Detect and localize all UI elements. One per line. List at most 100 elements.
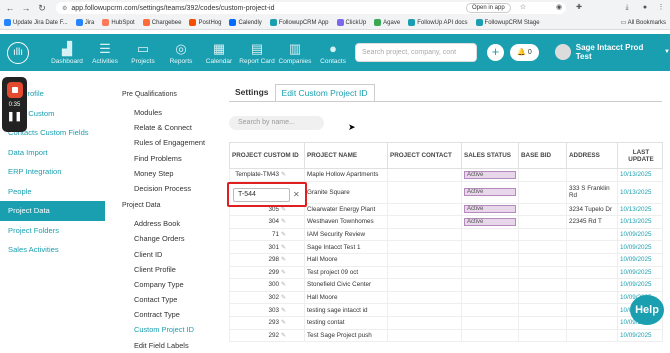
nav-calendar[interactable]: ▦ Calendar xyxy=(200,41,238,65)
extension-icon[interactable]: ◉ xyxy=(554,3,564,13)
bookmark-item[interactable]: Agave xyxy=(374,19,400,26)
edit-pencil-icon[interactable]: ✎ xyxy=(281,295,286,301)
bookmark-item[interactable]: HubSpot xyxy=(102,19,135,26)
download-icon[interactable]: ⤓ xyxy=(622,3,632,13)
bookmark-item[interactable]: Chargebee xyxy=(142,19,181,26)
puzzle-icon[interactable]: ✚ xyxy=(574,3,584,13)
bookmark-item[interactable]: PostHog xyxy=(189,19,221,26)
bookmark-item[interactable]: Update Jira Date F... xyxy=(4,19,68,26)
custom-id-value[interactable]: 292 xyxy=(268,332,279,339)
column-header[interactable]: LAST UPDATE xyxy=(617,142,663,169)
subnav-item[interactable]: Modules xyxy=(122,105,222,120)
profile-avatar-icon[interactable]: ● xyxy=(640,3,650,13)
sidebar-item[interactable]: Sales Activities xyxy=(0,240,105,260)
menu-icon[interactable]: ⋮ xyxy=(656,3,666,13)
subnav-item[interactable]: Find Problems xyxy=(122,151,222,166)
all-bookmarks-link[interactable]: ▭ All Bookmarks xyxy=(621,19,666,26)
custom-id-value[interactable]: 304 xyxy=(268,218,279,225)
user-menu[interactable]: Sage Intacct Prod Test ▼ xyxy=(555,43,670,61)
app-logo[interactable]: ıllı xyxy=(0,34,36,71)
table-row[interactable]: 298 ✎ Hall Moore 10/09/2025 xyxy=(229,252,663,267)
table-row[interactable]: 299 ✎ Test project 09 oct 10/09/2025 xyxy=(229,265,663,280)
pause-icon[interactable]: ❚❚ xyxy=(7,111,22,122)
tab-settings[interactable]: Settings xyxy=(229,84,275,101)
edit-pencil-icon[interactable]: ✎ xyxy=(281,282,286,288)
reload-icon[interactable]: ↻ xyxy=(36,2,48,14)
edit-pencil-icon[interactable]: ✎ xyxy=(281,270,286,276)
column-header[interactable]: PROJECT CUSTOM ID xyxy=(229,142,305,169)
edit-pencil-icon[interactable]: ✎ xyxy=(281,172,286,178)
edit-pencil-icon[interactable]: ✎ xyxy=(281,320,286,326)
site-info-icon[interactable]: ⚙ xyxy=(62,5,67,12)
subnav-item[interactable]: Company Type xyxy=(122,277,222,292)
column-header[interactable]: BASE BID xyxy=(518,142,567,169)
nav-reports[interactable]: ◎ Reports xyxy=(162,41,200,65)
subnav-item[interactable]: Decision Process xyxy=(122,181,222,196)
table-row[interactable]: 303✎testing sage intacct id10/09/2025 xyxy=(229,303,663,317)
custom-id-value[interactable]: Template-TM43 xyxy=(235,171,279,178)
sidebar-item[interactable]: Data Import xyxy=(0,143,105,163)
nav-report-card[interactable]: ▤ Report Card xyxy=(238,41,276,65)
table-row[interactable]: 292 ✎ Test Sage Project push 10/09/2025 xyxy=(229,328,663,343)
stop-recording-button[interactable] xyxy=(6,82,23,98)
bookmark-item[interactable]: ClickUp xyxy=(336,19,366,26)
subnav-item[interactable]: Change Orders xyxy=(122,231,222,246)
edit-pencil-icon[interactable]: ✎ xyxy=(281,245,286,251)
custom-id-value[interactable]: 302 xyxy=(268,294,279,301)
global-search-input[interactable]: Search project, company, cont xyxy=(355,43,477,62)
bookmark-item[interactable]: Calendly xyxy=(229,19,262,26)
custom-id-value[interactable]: 298 xyxy=(268,256,279,263)
subnav-item[interactable]: Relate & Connect xyxy=(122,120,222,135)
custom-id-value[interactable]: 300 xyxy=(268,281,279,288)
table-row[interactable]: 302✎Hall Moore10/09/2025 xyxy=(229,290,663,305)
nav-companies[interactable]: ▥ Companies xyxy=(276,41,314,65)
subnav-item[interactable]: Client Profile xyxy=(122,262,222,277)
edit-pencil-icon[interactable]: ✎ xyxy=(281,232,286,238)
back-icon[interactable]: ← xyxy=(4,2,16,14)
column-header[interactable]: PROJECT NAME xyxy=(304,142,388,169)
custom-id-value[interactable]: 71 xyxy=(272,231,279,238)
bookmark-item[interactable]: Jira xyxy=(75,19,94,26)
notifications-button[interactable]: 🔔 0 xyxy=(510,44,539,61)
add-button[interactable]: + xyxy=(487,44,504,61)
custom-id-value[interactable]: 293 xyxy=(268,319,279,326)
subnav-item[interactable]: Rules of Engagement xyxy=(122,135,222,150)
column-header[interactable]: PROJECT CONTACT xyxy=(387,142,462,169)
bookmark-item[interactable]: FollowupCRM App xyxy=(269,19,329,26)
tab-edit-custom-project-id[interactable]: Edit Custom Project ID xyxy=(274,84,375,101)
subnav-item[interactable]: Contact Type xyxy=(122,292,222,307)
custom-id-input[interactable]: T-544 xyxy=(233,188,290,202)
edit-pencil-icon[interactable]: ✎ xyxy=(281,333,286,339)
subnav-item[interactable]: Edit Field Labels xyxy=(122,338,222,353)
subnav-item[interactable]: Custom Project ID xyxy=(122,322,222,337)
sidebar-item[interactable]: People xyxy=(0,182,105,202)
subnav-item[interactable]: Money Step xyxy=(122,166,222,181)
star-icon[interactable]: ☆ xyxy=(518,3,528,13)
help-button[interactable]: Help xyxy=(630,295,664,325)
custom-id-value[interactable]: 301 xyxy=(268,244,279,251)
bookmark-item[interactable]: FollowUp API docs xyxy=(408,19,468,26)
table-row[interactable]: 304 ✎ Westhaven Townhomes Active 22345 Rd T1… xyxy=(229,215,663,229)
column-header[interactable]: ADDRESS xyxy=(566,142,618,169)
subnav-item[interactable]: Contract Type xyxy=(122,307,222,322)
bookmark-item[interactable]: FollowupCRM Stage xyxy=(475,19,540,26)
sidebar-item[interactable]: ERP Integration xyxy=(0,162,105,182)
nav-activities[interactable]: ☰ Activities xyxy=(86,41,124,65)
nav-projects[interactable]: ▭ Projects xyxy=(124,41,162,65)
table-row[interactable]: 71 ✎ IAM Security Review 10/09/2025 xyxy=(229,227,663,242)
custom-id-value[interactable]: 303 xyxy=(268,307,279,314)
table-row[interactable]: Template-TM43 ✎ Maple Hollow Apartments Act… xyxy=(229,168,663,182)
table-row[interactable]: 301 ✎ Sage Intacct Test 1 10/09/2025 xyxy=(229,240,663,254)
forward-icon[interactable]: → xyxy=(20,2,32,14)
edit-pencil-icon[interactable]: ✎ xyxy=(281,207,286,213)
table-row[interactable]: 293 ✎ testing contat 10/09/2025 xyxy=(229,315,663,330)
table-row[interactable]: 300 ✎ Stonefield Civic Center 10/09/2025 xyxy=(229,278,663,292)
close-icon[interactable]: ✕ xyxy=(293,189,303,201)
nav-dashboard[interactable]: ▟ Dashboard xyxy=(48,41,86,65)
custom-id-value[interactable]: 299 xyxy=(268,269,279,276)
nav-contacts[interactable]: ● Contacts xyxy=(314,41,352,65)
open-in-app-button[interactable]: Open in app xyxy=(466,3,511,13)
column-header[interactable]: SALES STATUS xyxy=(461,142,519,169)
sidebar-item[interactable]: Project Folders xyxy=(0,221,105,241)
edit-pencil-icon[interactable]: ✎ xyxy=(281,257,286,263)
